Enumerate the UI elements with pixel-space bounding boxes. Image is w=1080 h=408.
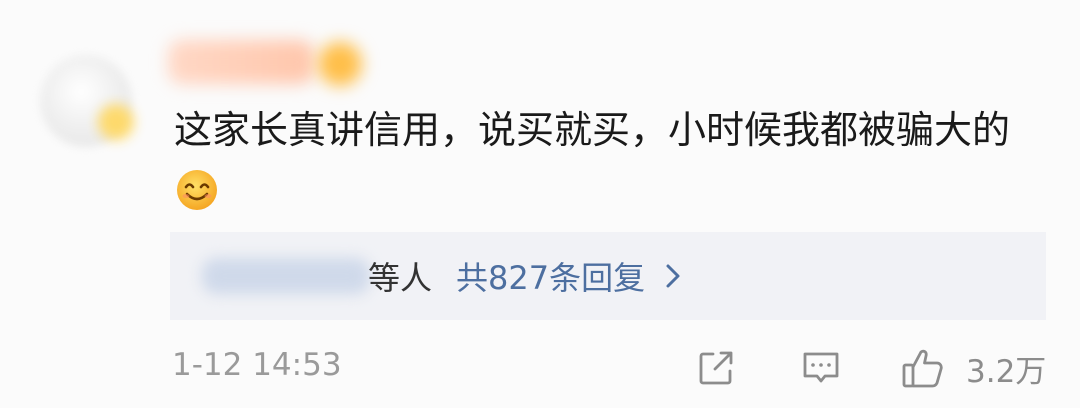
like-button[interactable]: 3.2万 bbox=[900, 346, 1046, 390]
username-blurred[interactable] bbox=[168, 40, 314, 84]
comment-body: 这家长真讲信用，说买就买，小时候我都被骗大的 bbox=[174, 100, 1034, 222]
reply-button[interactable] bbox=[800, 346, 842, 390]
share-button[interactable] bbox=[696, 346, 736, 390]
replies-box[interactable]: 等人 共827条回复 bbox=[170, 232, 1046, 320]
replies-summary[interactable]: 等人 共827条回复 bbox=[368, 252, 685, 300]
view-replies-link[interactable]: 共827条回复 bbox=[456, 253, 645, 299]
comment-timestamp: 1-12 14:53 bbox=[172, 347, 342, 383]
reply-users-blurred[interactable] bbox=[202, 258, 370, 294]
like-count: 3.2万 bbox=[966, 353, 1047, 390]
replies-suffix: 等人 bbox=[368, 259, 433, 297]
comment-text: 这家长真讲信用，说买就买，小时候我都被骗大的 bbox=[174, 108, 1011, 152]
thumbs-up-icon bbox=[902, 349, 943, 388]
chevron-right-icon[interactable] bbox=[661, 262, 685, 290]
verified-badge-icon bbox=[98, 104, 134, 140]
smiling-face-emoji-icon bbox=[177, 170, 217, 210]
share-icon bbox=[699, 351, 733, 385]
user-level-badge-icon bbox=[318, 42, 362, 86]
comment-icon bbox=[803, 352, 839, 383]
